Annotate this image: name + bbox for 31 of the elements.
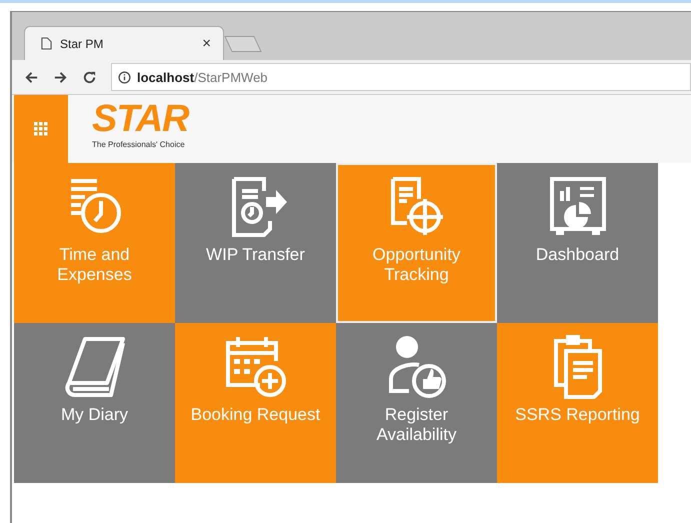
info-icon — [118, 70, 131, 84]
logo-tagline: The Professionals' Choice — [92, 140, 186, 149]
back-icon[interactable] — [24, 70, 39, 84]
forward-icon[interactable] — [53, 70, 68, 84]
browser-tab[interactable]: Star PM × — [24, 26, 224, 60]
tile-label: Opportunity Tracking — [372, 245, 462, 285]
book-icon — [62, 335, 126, 399]
logo-text: STAR — [92, 101, 189, 137]
tile-label: WIP Transfer — [206, 245, 305, 265]
close-button[interactable]: × — [202, 35, 211, 52]
tile-label: SSRS Reporting — [515, 405, 640, 425]
app-tile[interactable]: WIP Transfer — [175, 163, 336, 323]
url-text: localhost/StarPMWeb — [137, 70, 268, 84]
app-tile[interactable]: My Diary — [14, 323, 175, 483]
tab-title: Star PM — [60, 36, 104, 50]
calendar-add-icon — [224, 335, 288, 399]
page-icon — [41, 37, 52, 50]
app-tile[interactable]: Dashboard — [497, 163, 658, 323]
address-field[interactable]: localhost/StarPMWeb — [111, 63, 691, 91]
tile-label: Register Availability — [375, 405, 458, 445]
app-tile[interactable]: Time and Expenses — [14, 163, 175, 323]
reload-icon[interactable] — [82, 70, 97, 84]
app-tile[interactable]: Booking Request — [175, 323, 336, 483]
grid-icon — [34, 122, 48, 136]
tile-label: Booking Request — [190, 405, 320, 425]
tile-label: Dashboard — [536, 245, 620, 265]
app-tile[interactable]: SSRS Reporting — [497, 323, 658, 483]
app-tile[interactable]: Opportunity Tracking — [336, 163, 497, 323]
tile-label: Time and Expenses — [56, 245, 133, 285]
app-tile[interactable]: Register Availability — [336, 323, 497, 483]
tile-label: My Diary — [60, 405, 128, 425]
